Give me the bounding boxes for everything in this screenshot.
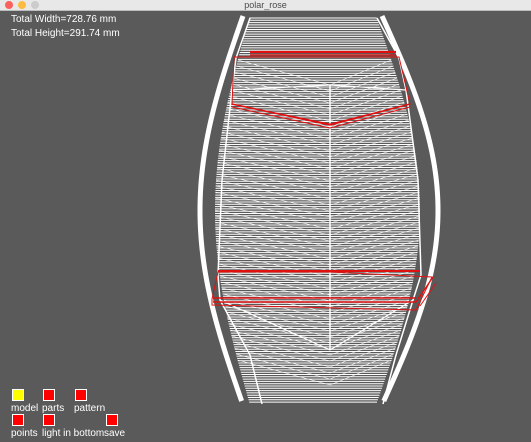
- wireframe-diagonal: [329, 77, 398, 104]
- wireframe-diagonal: [233, 77, 331, 104]
- points-label: points: [11, 428, 38, 439]
- model-label: model: [11, 403, 39, 414]
- wireframe-diagonal: [329, 215, 421, 242]
- window-title: polar_rose: [244, 0, 287, 10]
- light-in-bottom-label: light in bottom: [42, 428, 105, 439]
- polar-rose-wireframe: [197, 14, 441, 405]
- model-checkbox[interactable]: [12, 389, 24, 401]
- model-viewport[interactable]: [0, 11, 531, 442]
- light-in-bottom-checkbox[interactable]: [43, 414, 55, 426]
- pattern-label: pattern: [74, 403, 106, 414]
- title-bar: polar_rose: [0, 0, 531, 11]
- wireframe-diagonal: [329, 107, 406, 134]
- wireframe-diagonal: [329, 155, 416, 182]
- save-checkbox[interactable]: [106, 414, 118, 426]
- pattern-checkbox[interactable]: [75, 389, 87, 401]
- app-window: polar_rose Total Width=728.76 mm Total H…: [0, 0, 531, 442]
- wireframe-diagonal: [214, 215, 331, 242]
- parts-label: parts: [42, 403, 65, 414]
- points-checkbox[interactable]: [12, 414, 24, 426]
- wireframe-diagonal: [329, 185, 420, 212]
- save-label: save: [104, 428, 126, 439]
- wireframe-diagonal: [218, 155, 331, 182]
- wireframe-diagonal: [215, 185, 331, 212]
- parts-checkbox[interactable]: [43, 389, 55, 401]
